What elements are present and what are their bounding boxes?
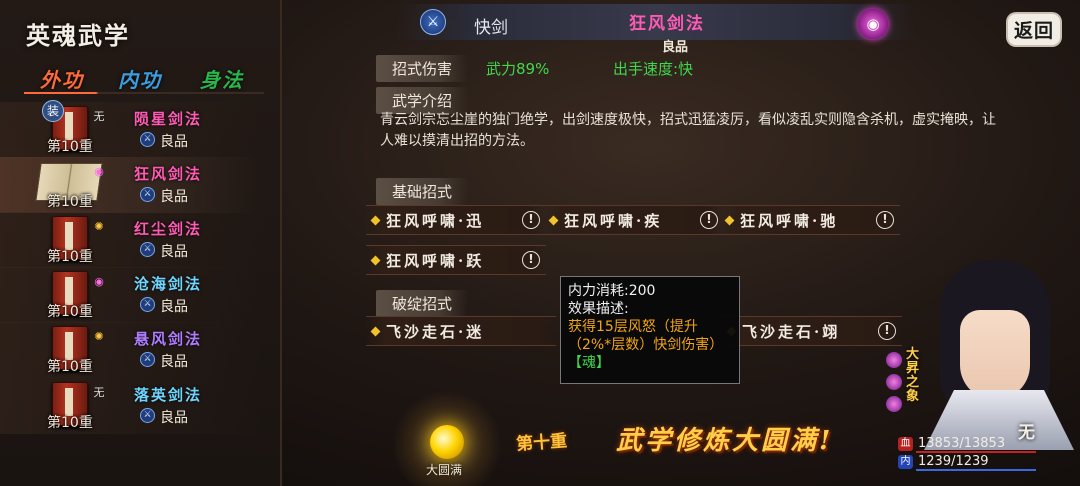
skill-quality: 良品 [160, 134, 188, 150]
sword-icon: ⚔ [140, 187, 155, 202]
mastery-complete-banner: 武学修炼大圆满! [616, 426, 834, 456]
move-basic-2[interactable]: 狂风呼啸·疾 ! [544, 205, 724, 235]
move-name: 飞沙走石·翊 [742, 323, 841, 341]
skill-item-kuangfeng[interactable]: ◉ 狂风剑法 ⚔ 良品 第10重 [0, 157, 282, 215]
move-tooltip: 内力消耗:200 效果描述: 获得15层风怒（提升（2%*层数）快剑伤害） 【魂】 [560, 276, 740, 384]
hp-value: 13853/13853 [918, 436, 1006, 451]
skill-header: ⚔ 快剑 狂风剑法 良品 ◉ 返回 [296, 0, 1080, 55]
element-none-icon: 无 [93, 110, 105, 123]
tab-external[interactable]: 外功 [40, 64, 84, 93]
mp-value: 1239/1239 [918, 454, 989, 469]
skill-quality: 良品 [160, 410, 188, 426]
move-name: 狂风呼啸·迅 [386, 212, 485, 230]
basic-moves-label: 基础招式 [376, 178, 469, 205]
sword-icon: ⚔ [140, 408, 155, 423]
tab-underline [24, 92, 264, 94]
hp-stat: 血 13853/13853 [898, 436, 1038, 453]
info-icon[interactable]: ! [522, 211, 540, 229]
power-value: 武力89% [486, 60, 550, 78]
vortex-icon: ◉ [94, 275, 104, 288]
skill-name: 落英剑法 [134, 386, 203, 404]
sword-icon: ⚔ [140, 297, 155, 312]
move-name: 飞沙走石·迷 [386, 323, 485, 341]
character-title: 大昇之象 [906, 347, 920, 404]
move-name: 狂风呼啸·疾 [564, 212, 663, 230]
panel-title: 英魂武学 [26, 21, 130, 50]
skill-item-yunxing[interactable]: 装 无 陨星剑法 ⚔ 良品 第10重 [0, 100, 282, 160]
move-name: 狂风呼啸·驰 [740, 212, 839, 230]
move-basic-1[interactable]: 狂风呼啸·迅 ! [366, 205, 546, 235]
skill-item-luoying[interactable]: 无 落英剑法 ⚔ 良品 第10重 [0, 378, 282, 436]
character-face [960, 310, 1030, 400]
move-name: 狂风呼啸·跃 [386, 252, 485, 270]
move-basic-3[interactable]: 狂风呼啸·驰 ! [720, 205, 900, 235]
tooltip-cost: 内力消耗:200 [568, 283, 656, 299]
diamond-bullet-icon [724, 215, 735, 226]
hp-bar [916, 451, 1036, 453]
tooltip-soul-tag: 【魂】 [568, 355, 610, 371]
skill-item-hongchen[interactable]: ✺ 红尘剑法 ⚔ 良品 第10重 [0, 212, 282, 270]
info-icon[interactable]: ! [700, 211, 718, 229]
diamond-bullet-icon [370, 255, 381, 266]
skill-level: 第10重 [47, 415, 93, 431]
mp-stat: 内 1239/1239 [898, 454, 1038, 471]
back-button[interactable]: 返回 [1008, 14, 1061, 45]
speed-value: 出手速度:快 [613, 60, 694, 78]
orb-label: 大圆满 [426, 463, 463, 477]
vortex-element-icon[interactable]: ◉ [858, 9, 888, 39]
mp-icon: 内 [898, 455, 913, 469]
tooltip-effect-label: 效果描述: [568, 301, 629, 317]
sun-icon: ✺ [94, 220, 104, 233]
break-moves-label: 破绽招式 [376, 290, 469, 317]
info-icon[interactable]: ! [522, 251, 540, 269]
vortex-icon [886, 352, 902, 368]
skill-quality: 良品 [160, 244, 188, 260]
sun-icon: ✺ [94, 330, 104, 343]
info-icon[interactable]: ! [876, 211, 894, 229]
skill-name: 悬风剑法 [134, 330, 203, 348]
skill-level: 第10重 [47, 194, 93, 210]
equipped-badge: 装 [42, 100, 64, 122]
mp-bar [916, 469, 1036, 471]
move-basic-4[interactable]: 狂风呼啸·跃 ! [366, 245, 546, 275]
sword-type-icon: ⚔ [420, 9, 446, 35]
skill-quality: 良品 [160, 189, 188, 205]
sword-icon: ⚔ [140, 352, 155, 367]
hp-icon: 血 [898, 437, 913, 451]
skill-description: 青云剑宗忘尘崖的独门绝学，出剑速度极快，招式迅猛凌厉，看似凌乱实则隐含杀机，虚实… [380, 112, 996, 149]
sword-icon: ⚔ [140, 132, 155, 147]
diamond-bullet-icon [370, 326, 381, 337]
element-none-icon: 无 [93, 386, 105, 399]
move-break-1[interactable]: 飞沙走石·迷 [366, 316, 556, 346]
tab-movement[interactable]: 身法 [200, 64, 244, 93]
skill-item-xuanfeng[interactable]: ✺ 悬风剑法 ⚔ 良品 第10重 [0, 322, 282, 380]
skill-level: 第10重 [47, 304, 93, 320]
skill-name: 狂风剑法 [134, 165, 203, 183]
tab-internal[interactable]: 内功 [118, 64, 162, 93]
move-break-2[interactable]: 飞沙走石·翊 ! [722, 316, 902, 346]
mastery-rank: 第十重 [515, 431, 568, 455]
skill-quality-header: 良品 [662, 40, 689, 55]
weapon-type: 快剑 [474, 18, 508, 38]
skill-quality: 良品 [160, 299, 188, 315]
skill-list-panel: 英魂武学 外功 内功 身法 装 无 陨星剑法 ⚔ 良品 第10重 ◉ 狂风剑法 … [0, 0, 282, 486]
skill-name: 红尘剑法 [134, 220, 203, 238]
tooltip-effect: 获得15层风怒（提升（2%*层数）快剑伤害） [568, 319, 724, 353]
diamond-bullet-icon [370, 215, 381, 226]
skill-item-canghai[interactable]: ◉ 沧海剑法 ⚔ 良品 第10重 [0, 267, 282, 325]
skill-name: 陨星剑法 [134, 110, 203, 128]
skill-name: 沧海剑法 [134, 275, 203, 293]
vortex-icon: ◉ [94, 165, 104, 178]
skill-level: 第10重 [47, 249, 93, 265]
vortex-icon [886, 396, 902, 412]
skill-level: 第10重 [47, 359, 93, 375]
sword-icon: ⚔ [140, 242, 155, 257]
damage-label: 招式伤害 [376, 55, 469, 82]
diamond-bullet-icon [548, 215, 559, 226]
skill-title: 狂风剑法 [629, 14, 705, 34]
skill-level: 第10重 [47, 139, 93, 155]
skill-quality: 良品 [160, 354, 188, 370]
mastery-orb-icon[interactable] [430, 425, 464, 459]
vortex-icon [886, 374, 902, 390]
